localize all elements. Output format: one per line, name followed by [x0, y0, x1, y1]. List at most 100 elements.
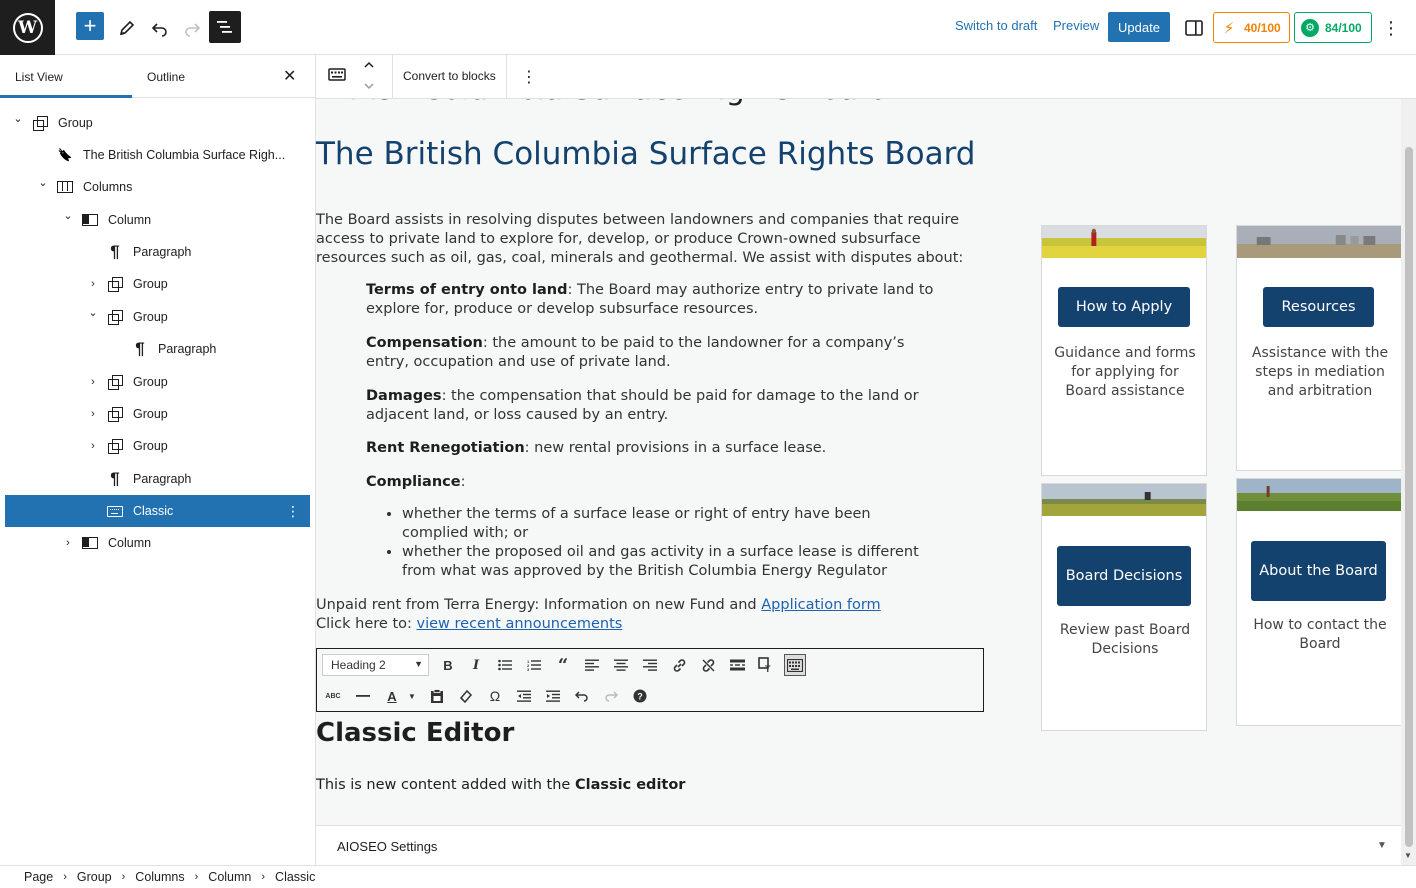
list-view-item-group[interactable]: ⌄ Group [5, 107, 310, 139]
chevron-right-icon[interactable]: › [86, 408, 100, 420]
wordpress-logo-button[interactable]: W [0, 0, 55, 55]
breadcrumb-column[interactable]: Column [208, 870, 251, 884]
preview-button[interactable]: Preview [1053, 18, 1099, 33]
chevron-down-icon[interactable]: ⌄ [61, 209, 75, 222]
options-menu-button[interactable]: ⋮ [1375, 12, 1407, 44]
strikethrough-button[interactable]: ABC [322, 685, 344, 707]
horizontal-line-button[interactable] [352, 685, 374, 707]
chevron-down-icon[interactable]: ⌄ [36, 176, 50, 189]
numbered-list-button[interactable]: 123 [523, 654, 545, 676]
align-left-button[interactable] [581, 654, 603, 676]
add-block-button[interactable]: + [76, 12, 104, 40]
application-form-link[interactable]: Application form [761, 597, 880, 613]
tools-button[interactable] [111, 12, 143, 44]
classic-heading: Classic Editor [316, 718, 515, 748]
list-view-item-bookmark[interactable]: 🔖 The British Columbia Surface Righ... [5, 139, 310, 171]
chevron-right-icon[interactable]: › [86, 440, 100, 452]
paste-button[interactable] [426, 685, 448, 707]
breadcrumb-page[interactable]: Page [24, 870, 53, 884]
insert-link-button[interactable] [668, 654, 690, 676]
announcements-link[interactable]: view recent announcements [417, 616, 623, 632]
aioseo-settings-panel[interactable]: AIOSEO Settings ▼ [316, 825, 1401, 865]
list-view-item-column[interactable]: ⌄ Column [5, 204, 310, 236]
list-view-item-group[interactable]: ⌄ Group [5, 301, 310, 333]
paste-text-icon: T [758, 657, 771, 673]
special-character-button[interactable]: Ω [484, 685, 506, 707]
bullet-list-button[interactable] [494, 654, 516, 676]
list-view-item-group[interactable]: › Group [5, 398, 310, 430]
list-view-sidebar: List View Outline ✕ ⌄ Group 🔖 The British C… [0, 55, 316, 865]
format-select[interactable]: Heading 2 ▼ [322, 654, 429, 676]
chevron-down-icon[interactable]: ▼ [1377, 840, 1387, 851]
seo-score-button[interactable]: ⚡ 40/100 [1213, 12, 1290, 43]
update-button[interactable]: Update [1108, 12, 1170, 42]
align-right-button[interactable] [639, 654, 661, 676]
chevron-down-icon[interactable]: ⌄ [86, 306, 100, 319]
chevron-down-icon[interactable]: ⌄ [11, 112, 25, 125]
resources-button[interactable]: Resources [1263, 287, 1374, 327]
list-view-item-keyboard[interactable]: Classic ⋮ [5, 495, 310, 527]
align-center-button[interactable] [610, 654, 632, 676]
convert-to-blocks-button[interactable]: Convert to blocks [403, 69, 496, 83]
about-the-board-button[interactable]: About the Board [1251, 541, 1386, 601]
block-options-button[interactable]: ⋮ [521, 67, 537, 87]
blockquote-button[interactable]: “ [552, 654, 574, 676]
list-view-item-group[interactable]: › Group [5, 366, 310, 398]
text-color-button[interactable]: A [381, 685, 403, 707]
list-view-item-label: The British Columbia Surface Righ... [83, 148, 286, 162]
undo-icon [151, 23, 167, 37]
eraser-icon [459, 689, 473, 703]
group-icon-glyph [108, 375, 123, 390]
clipboard-icon [431, 688, 443, 703]
scroll-down-arrow-icon[interactable]: ▼ [1404, 851, 1412, 860]
clear-formatting-button[interactable] [455, 685, 477, 707]
paste-as-text-button[interactable]: T [755, 654, 777, 676]
read-more-button[interactable] [726, 654, 748, 676]
redo-button[interactable] [176, 12, 208, 44]
move-up-button[interactable] [363, 61, 375, 72]
bold-button[interactable]: B [437, 654, 459, 676]
list-view-item-column[interactable]: › Column [5, 527, 310, 559]
list-view-item-paragraph[interactable]: ¶ Paragraph [5, 463, 310, 495]
undo-classic-button[interactable] [571, 685, 593, 707]
chevron-right-icon[interactable]: › [61, 537, 75, 549]
outdent-button[interactable] [513, 685, 535, 707]
scrollbar-thumb[interactable] [1405, 147, 1413, 847]
group-icon [106, 275, 124, 293]
headline-score-button[interactable]: ⚙ 84/100 [1294, 12, 1372, 43]
announcements-paragraph: Click here to: view recent announcements [316, 615, 622, 634]
document-overview-button[interactable] [209, 11, 241, 43]
board-decisions-button[interactable]: Board Decisions [1057, 546, 1191, 606]
text-color-dropdown[interactable]: ▼ [401, 685, 423, 707]
how-to-apply-button[interactable]: How to Apply [1058, 287, 1190, 327]
italic-button[interactable]: I [465, 654, 487, 676]
tab-outline[interactable]: Outline [147, 70, 185, 84]
list-view-item-paragraph[interactable]: ¶ Paragraph [5, 333, 310, 365]
unpaid-rent-paragraph: Unpaid rent from Terra Energy: Informati… [316, 596, 881, 615]
list-view-item-group[interactable]: › Group [5, 268, 310, 300]
breadcrumb-group[interactable]: Group [77, 870, 112, 884]
list-view-item-label: Paragraph [158, 342, 217, 356]
move-down-button[interactable] [363, 77, 375, 95]
undo-button[interactable] [144, 12, 176, 44]
list-view-item-group[interactable]: › Group [5, 430, 310, 462]
switch-to-draft-button[interactable]: Switch to draft [955, 18, 1037, 33]
tab-list-view[interactable]: List View [15, 70, 63, 84]
list-view-item-label: Column [108, 213, 152, 227]
indent-button[interactable] [542, 685, 564, 707]
block-options-icon[interactable]: ⋮ [286, 503, 300, 520]
chevron-right-icon[interactable]: › [86, 278, 100, 290]
chevron-right-icon[interactable]: › [86, 376, 100, 388]
keyboard-shortcuts-button[interactable]: ? [629, 685, 651, 707]
list-view-item-columns[interactable]: ⌄ Columns [5, 171, 310, 203]
settings-sidebar-toggle[interactable] [1178, 12, 1210, 44]
breadcrumb-columns[interactable]: Columns [135, 870, 184, 884]
classic-block-type-button[interactable] [328, 68, 346, 87]
field-person-image [1237, 479, 1401, 511]
redo-classic-button[interactable] [600, 685, 622, 707]
canvas-scrollbar[interactable]: ▲ ▼ [1401, 55, 1416, 865]
toolbar-toggle-button[interactable] [784, 654, 806, 676]
unlink-button[interactable] [697, 654, 719, 676]
close-sidebar-button[interactable]: ✕ [283, 66, 296, 86]
list-view-item-paragraph[interactable]: ¶ Paragraph [5, 236, 310, 268]
